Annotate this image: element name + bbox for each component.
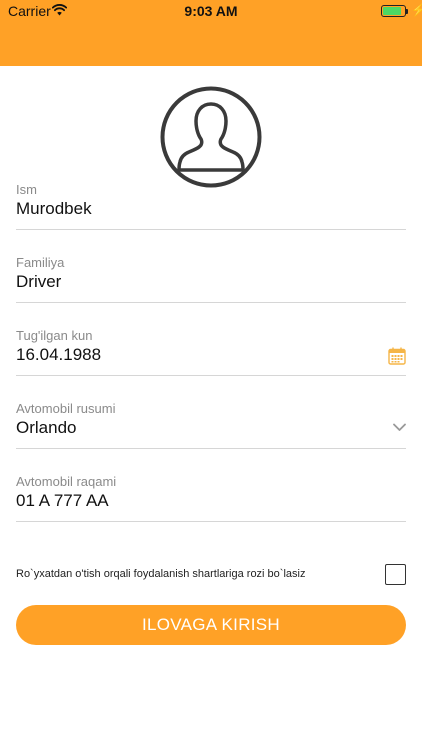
charging-icon: ⚡ bbox=[411, 3, 422, 17]
car-model-field[interactable]: Avtomobil rusumi Orlando bbox=[16, 401, 406, 449]
battery-icon bbox=[381, 5, 406, 17]
car-number-input[interactable]: 01 A 777 AA bbox=[16, 491, 109, 511]
last-name-field[interactable]: Familiya Driver bbox=[16, 255, 406, 303]
battery-fill bbox=[383, 7, 401, 15]
birth-date-label: Tug'ilgan kun bbox=[16, 328, 93, 343]
birth-date-field[interactable]: Tug'ilgan kun 16.04.1988 bbox=[16, 328, 406, 376]
status-row: Carrier 9:03 AM ⚡ bbox=[0, 0, 422, 22]
first-name-field[interactable]: Ism Murodbek bbox=[16, 182, 406, 230]
last-name-label: Familiya bbox=[16, 255, 65, 270]
chevron-down-icon[interactable] bbox=[393, 423, 406, 432]
car-model-label: Avtomobil rusumi bbox=[16, 401, 116, 416]
user-silhouette-icon[interactable] bbox=[160, 86, 262, 188]
terms-checkbox[interactable] bbox=[385, 564, 406, 585]
last-name-input[interactable]: Driver bbox=[16, 272, 61, 292]
first-name-input[interactable]: Murodbek bbox=[16, 199, 92, 219]
terms-text: Ro`yxatdan o'tish orqali foydalanish sha… bbox=[16, 568, 306, 580]
car-number-field[interactable]: Avtomobil raqami 01 A 777 AA bbox=[16, 474, 406, 522]
car-number-label: Avtomobil raqami bbox=[16, 474, 117, 489]
clock: 9:03 AM bbox=[184, 3, 238, 19]
header-bar: Carrier 9:03 AM ⚡ bbox=[0, 0, 422, 66]
battery-cap bbox=[406, 9, 408, 14]
first-name-label: Ism bbox=[16, 182, 37, 197]
car-model-select[interactable]: Orlando bbox=[16, 418, 76, 438]
birth-date-input[interactable]: 16.04.1988 bbox=[16, 345, 101, 365]
login-button[interactable]: ILOVAGA KIRISH bbox=[16, 605, 406, 645]
terms-row: Ro`yxatdan o'tish orqali foydalanish sha… bbox=[16, 564, 406, 586]
calendar-icon[interactable] bbox=[388, 347, 406, 365]
